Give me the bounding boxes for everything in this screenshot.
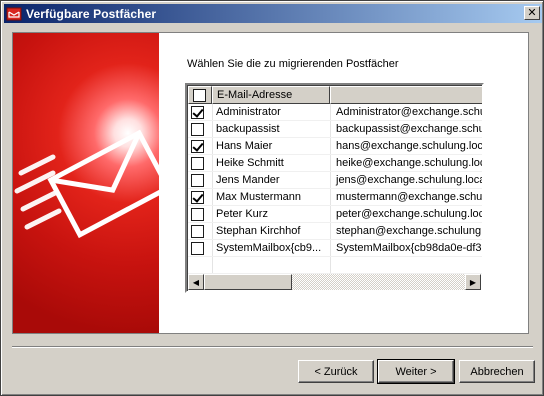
close-button[interactable]: ✕ bbox=[524, 6, 540, 20]
mailbox-name: backupassist bbox=[216, 123, 280, 135]
scroll-left-button[interactable]: ◀ bbox=[188, 274, 204, 290]
mailbox-name: Peter Kurz bbox=[216, 208, 268, 220]
table-row[interactable]: Max Mustermann mustermann@exchange.schulu… bbox=[188, 189, 482, 206]
row-checkbox[interactable] bbox=[191, 156, 204, 170]
row-checkbox-cell[interactable] bbox=[188, 156, 212, 170]
wizard-banner-image bbox=[13, 33, 159, 333]
row-checkbox[interactable] bbox=[191, 173, 204, 187]
horizontal-scrollbar[interactable]: ◀ ▶ bbox=[188, 274, 481, 290]
table-row[interactable]: Hans Maier hans@exchange.schulung.local bbox=[188, 138, 482, 155]
mailbox-address: jens@exchange.schulung.local bbox=[336, 174, 482, 186]
cancel-button[interactable]: Abbrechen bbox=[459, 360, 535, 383]
header-select-all[interactable] bbox=[188, 86, 212, 104]
mailbox-address: peter@exchange.schulung.local bbox=[336, 208, 482, 220]
row-checkbox[interactable] bbox=[191, 241, 204, 255]
column-header-email[interactable]: E-Mail-Adresse bbox=[212, 86, 330, 104]
list-rows: Administrator Administrator@exchange.schu… bbox=[188, 104, 482, 274]
row-checkbox[interactable] bbox=[191, 105, 204, 119]
row-checkbox-cell[interactable] bbox=[188, 122, 212, 136]
scroll-track[interactable] bbox=[204, 274, 465, 290]
close-icon: ✕ bbox=[527, 6, 537, 19]
mailbox-name: Hans Maier bbox=[216, 140, 273, 152]
mailbox-name: Max Mustermann bbox=[216, 191, 301, 203]
arrow-right-icon: ▶ bbox=[469, 277, 477, 287]
row-checkbox-cell[interactable] bbox=[188, 105, 212, 119]
mail-envelope-icon bbox=[6, 6, 22, 22]
row-checkbox-cell[interactable] bbox=[188, 173, 212, 187]
row-checkbox-cell[interactable] bbox=[188, 224, 212, 238]
arrow-left-icon: ◀ bbox=[192, 277, 200, 287]
row-checkbox[interactable] bbox=[191, 224, 204, 238]
row-checkbox[interactable] bbox=[191, 122, 204, 136]
row-checkbox-cell[interactable] bbox=[188, 139, 212, 153]
next-button[interactable]: Weiter > bbox=[377, 359, 455, 384]
empty-row bbox=[188, 257, 482, 274]
wizard-content: Wählen Sie die zu migrierenden Postfäche… bbox=[12, 32, 529, 334]
mailbox-address: SystemMailbox{cb98da0e-df38- bbox=[336, 242, 482, 254]
row-checkbox-cell[interactable] bbox=[188, 190, 212, 204]
mailbox-address: Administrator@exchange.schulung.local bbox=[336, 106, 482, 118]
table-row[interactable]: Stephan Kirchhof stephan@exchange.schulun… bbox=[188, 223, 482, 240]
mailbox-name: Jens Mander bbox=[216, 174, 280, 186]
row-checkbox[interactable] bbox=[191, 207, 204, 221]
dialog-window: Verfügbare Postfächer ✕ Wählen Sie die z… bbox=[0, 0, 544, 396]
list-header: E-Mail-Adresse bbox=[188, 86, 482, 104]
mailbox-address: stephan@exchange.schulung.local bbox=[336, 225, 482, 237]
envelope-graphic bbox=[14, 129, 159, 239]
scroll-thumb[interactable] bbox=[204, 274, 292, 290]
column-header-address[interactable] bbox=[330, 86, 482, 104]
mailbox-address: heike@exchange.schulung.local bbox=[336, 157, 482, 169]
table-row[interactable]: Heike Schmitt heike@exchange.schulung.loc… bbox=[188, 155, 482, 172]
row-checkbox-cell[interactable] bbox=[188, 241, 212, 255]
mailbox-list[interactable]: E-Mail-Adresse Administrator Administrato… bbox=[185, 83, 484, 293]
select-all-checkbox[interactable] bbox=[193, 88, 206, 102]
mailbox-name: Administrator bbox=[216, 106, 281, 118]
mailbox-address: hans@exchange.schulung.local bbox=[336, 140, 482, 152]
mailbox-name: SystemMailbox{cb9... bbox=[216, 242, 322, 254]
mailbox-name: Stephan Kirchhof bbox=[216, 225, 301, 237]
table-row[interactable]: Jens Mander jens@exchange.schulung.local bbox=[188, 172, 482, 189]
table-row[interactable]: SystemMailbox{cb9... SystemMailbox{cb98da… bbox=[188, 240, 482, 257]
table-row[interactable]: Peter Kurz peter@exchange.schulung.local bbox=[188, 206, 482, 223]
footer-separator bbox=[12, 346, 533, 348]
mailbox-name: Heike Schmitt bbox=[216, 157, 284, 169]
row-checkbox[interactable] bbox=[191, 190, 204, 204]
mailbox-address: backupassist@exchange.schulung.local bbox=[336, 123, 482, 135]
scroll-right-button[interactable]: ▶ bbox=[465, 274, 481, 290]
instruction-text: Wählen Sie die zu migrierenden Postfäche… bbox=[187, 58, 399, 70]
back-button[interactable]: < Zurück bbox=[298, 360, 374, 383]
row-checkbox-cell[interactable] bbox=[188, 207, 212, 221]
table-row[interactable]: backupassist backupassist@exchange.schulu… bbox=[188, 121, 482, 138]
window-title: Verfügbare Postfächer bbox=[26, 6, 157, 21]
title-bar[interactable]: Verfügbare Postfächer ✕ bbox=[4, 4, 542, 23]
row-checkbox[interactable] bbox=[191, 139, 204, 153]
mailbox-address: mustermann@exchange.schulung.local bbox=[336, 191, 482, 203]
table-row[interactable]: Administrator Administrator@exchange.schu… bbox=[188, 104, 482, 121]
